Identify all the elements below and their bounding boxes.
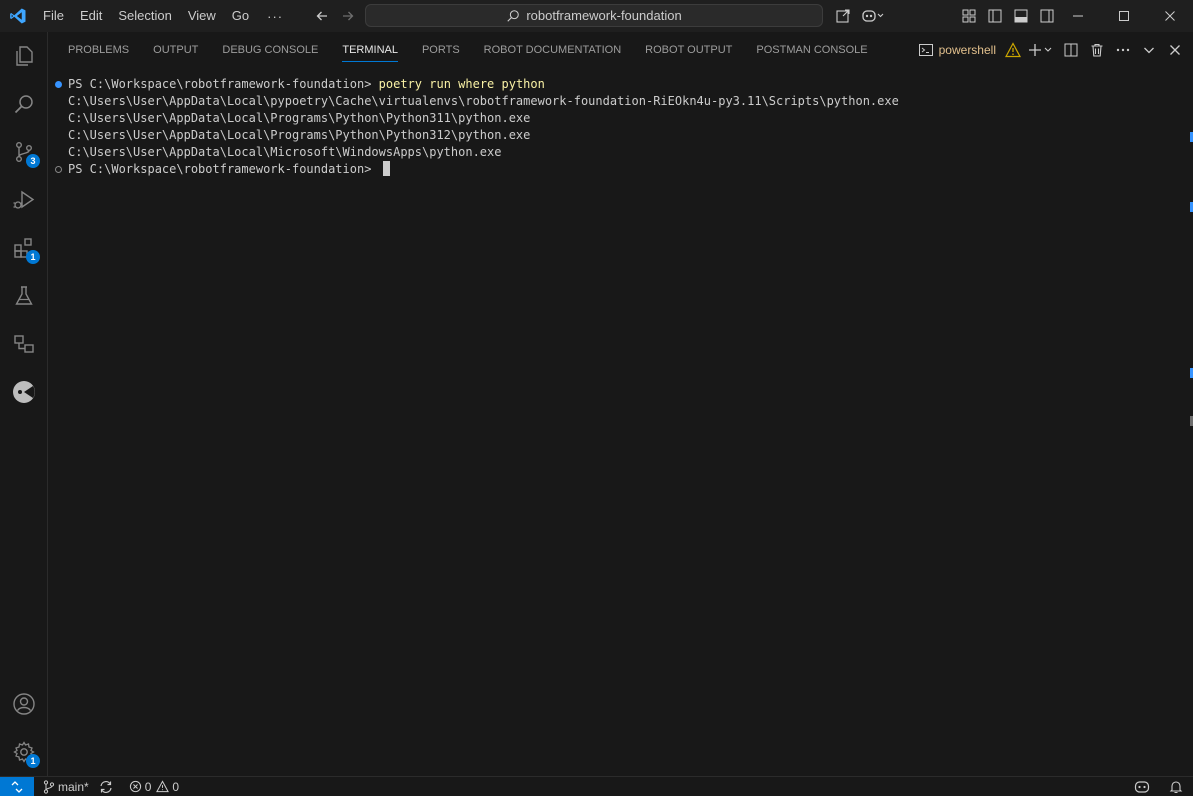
terminal-icon: [918, 44, 933, 56]
close-window-icon[interactable]: [1147, 0, 1193, 32]
command-success-decoration-icon[interactable]: [55, 81, 62, 88]
error-count: 0: [144, 779, 152, 794]
menu-edit[interactable]: Edit: [72, 0, 110, 32]
more-actions-icon[interactable]: [1111, 38, 1135, 62]
notifications-bell-icon[interactable]: [1159, 777, 1193, 796]
command-pending-decoration-icon[interactable]: [55, 166, 62, 173]
close-panel-icon[interactable]: [1163, 38, 1187, 62]
copilot-icon[interactable]: [856, 0, 890, 32]
terminal-shell-selector[interactable]: powershell: [918, 42, 996, 58]
tab-problems[interactable]: PROBLEMS: [56, 32, 141, 68]
remote-explorer-icon[interactable]: [0, 320, 48, 368]
chevron-down-icon[interactable]: [1137, 38, 1161, 62]
toggle-panel-icon[interactable]: [1008, 0, 1034, 32]
settings-badge: 1: [26, 754, 40, 768]
explorer-icon[interactable]: [0, 32, 48, 80]
accounts-icon[interactable]: [0, 680, 48, 728]
terminal-output-line: C:\Users\User\AppData\Local\Microsoft\Wi…: [68, 145, 502, 159]
terminal-line-prompt: PS C:\Workspace\robotframework-foundatio…: [48, 161, 1183, 178]
terminal-output[interactable]: PS C:\Workspace\robotframework-foundatio…: [48, 76, 1183, 178]
menu-view[interactable]: View: [180, 0, 224, 32]
split-terminal-icon[interactable]: [1059, 38, 1083, 62]
source-control-icon[interactable]: 3: [0, 128, 48, 176]
panel: PROBLEMS OUTPUT DEBUG CONSOLE TERMINAL P…: [48, 32, 1193, 776]
activity-bar: 3 1 1: [0, 32, 48, 776]
toggle-primary-sidebar-icon[interactable]: [982, 0, 1008, 32]
title-bar: File Edit Selection View Go ··· robotfra…: [0, 0, 1193, 32]
new-terminal-icon[interactable]: [1027, 38, 1057, 62]
maximize-icon[interactable]: [1101, 0, 1147, 32]
panel-actions: powershell: [918, 32, 1193, 68]
branch-name: main*: [58, 779, 89, 794]
terminal-cursor: [382, 161, 390, 176]
terminal-output-line: C:\Users\User\AppData\Local\Programs\Pyt…: [68, 128, 531, 142]
extensions-badge: 1: [26, 250, 40, 264]
warning-icon[interactable]: [1001, 38, 1025, 62]
tab-robot-output[interactable]: ROBOT OUTPUT: [633, 32, 744, 68]
tab-robot-documentation[interactable]: ROBOT DOCUMENTATION: [472, 32, 634, 68]
panel-header: PROBLEMS OUTPUT DEBUG CONSOLE TERMINAL P…: [48, 32, 1193, 68]
status-right: [1125, 777, 1193, 796]
run-debug-icon[interactable]: [0, 176, 48, 224]
command-center-text: robotframework-foundation: [526, 8, 682, 23]
menu-selection[interactable]: Selection: [110, 0, 179, 32]
tab-postman-console[interactable]: POSTMAN CONSOLE: [744, 32, 879, 68]
terminal-output-line: C:\Users\User\AppData\Local\pypoetry\Cac…: [68, 94, 899, 108]
search-icon: [507, 9, 520, 22]
command-center-search[interactable]: robotframework-foundation: [365, 4, 823, 27]
prompt-text: PS C:\Workspace\robotframework-foundatio…: [68, 77, 379, 91]
terminal-line-command: PS C:\Workspace\robotframework-foundatio…: [48, 76, 1183, 93]
back-arrow-icon[interactable]: [311, 5, 333, 27]
testing-flask-icon[interactable]: [0, 272, 48, 320]
menu-go[interactable]: Go: [224, 0, 257, 32]
minimize-icon[interactable]: [1055, 0, 1101, 32]
warning-count: 0: [172, 779, 180, 794]
layout-controls: [956, 0, 1060, 32]
tab-debug-console[interactable]: DEBUG CONSOLE: [210, 32, 330, 68]
customize-layout-icon[interactable]: [956, 0, 982, 32]
command-text: poetry run where python: [378, 77, 545, 91]
remote-icon: [11, 780, 23, 793]
menu-file[interactable]: File: [35, 0, 72, 32]
title-actions: [830, 0, 890, 32]
error-icon: [129, 780, 141, 793]
forward-arrow-icon[interactable]: [337, 5, 359, 27]
problems-status[interactable]: 0 0: [124, 777, 184, 796]
tab-terminal[interactable]: TERMINAL: [330, 32, 410, 68]
kill-terminal-trash-icon[interactable]: [1085, 38, 1109, 62]
prompt-text: PS C:\Workspace\robotframework-foundatio…: [68, 162, 379, 176]
terminal-output-line: C:\Users\User\AppData\Local\Programs\Pyt…: [68, 111, 531, 125]
menu-more-button[interactable]: ···: [257, 9, 293, 24]
robot-extension-icon[interactable]: [0, 368, 48, 416]
shell-name: powershell: [938, 43, 996, 57]
tab-ports[interactable]: PORTS: [410, 32, 472, 68]
tab-output[interactable]: OUTPUT: [141, 32, 210, 68]
open-external-icon[interactable]: [830, 0, 856, 32]
source-control-badge: 3: [26, 154, 40, 168]
extensions-icon[interactable]: 1: [0, 224, 48, 272]
vscode-logo-icon: [0, 0, 35, 32]
warning-status-icon: [156, 780, 170, 793]
remote-indicator[interactable]: [0, 776, 34, 796]
branch-status[interactable]: main*: [38, 777, 94, 796]
sync-icon[interactable]: [94, 777, 118, 796]
window-controls: [1055, 0, 1193, 32]
manage-gear-icon[interactable]: 1: [0, 728, 48, 776]
status-bar: main* 0 0: [0, 776, 1193, 796]
git-branch-icon: [43, 779, 55, 794]
copilot-status-icon[interactable]: [1125, 777, 1159, 796]
search-icon[interactable]: [0, 80, 48, 128]
